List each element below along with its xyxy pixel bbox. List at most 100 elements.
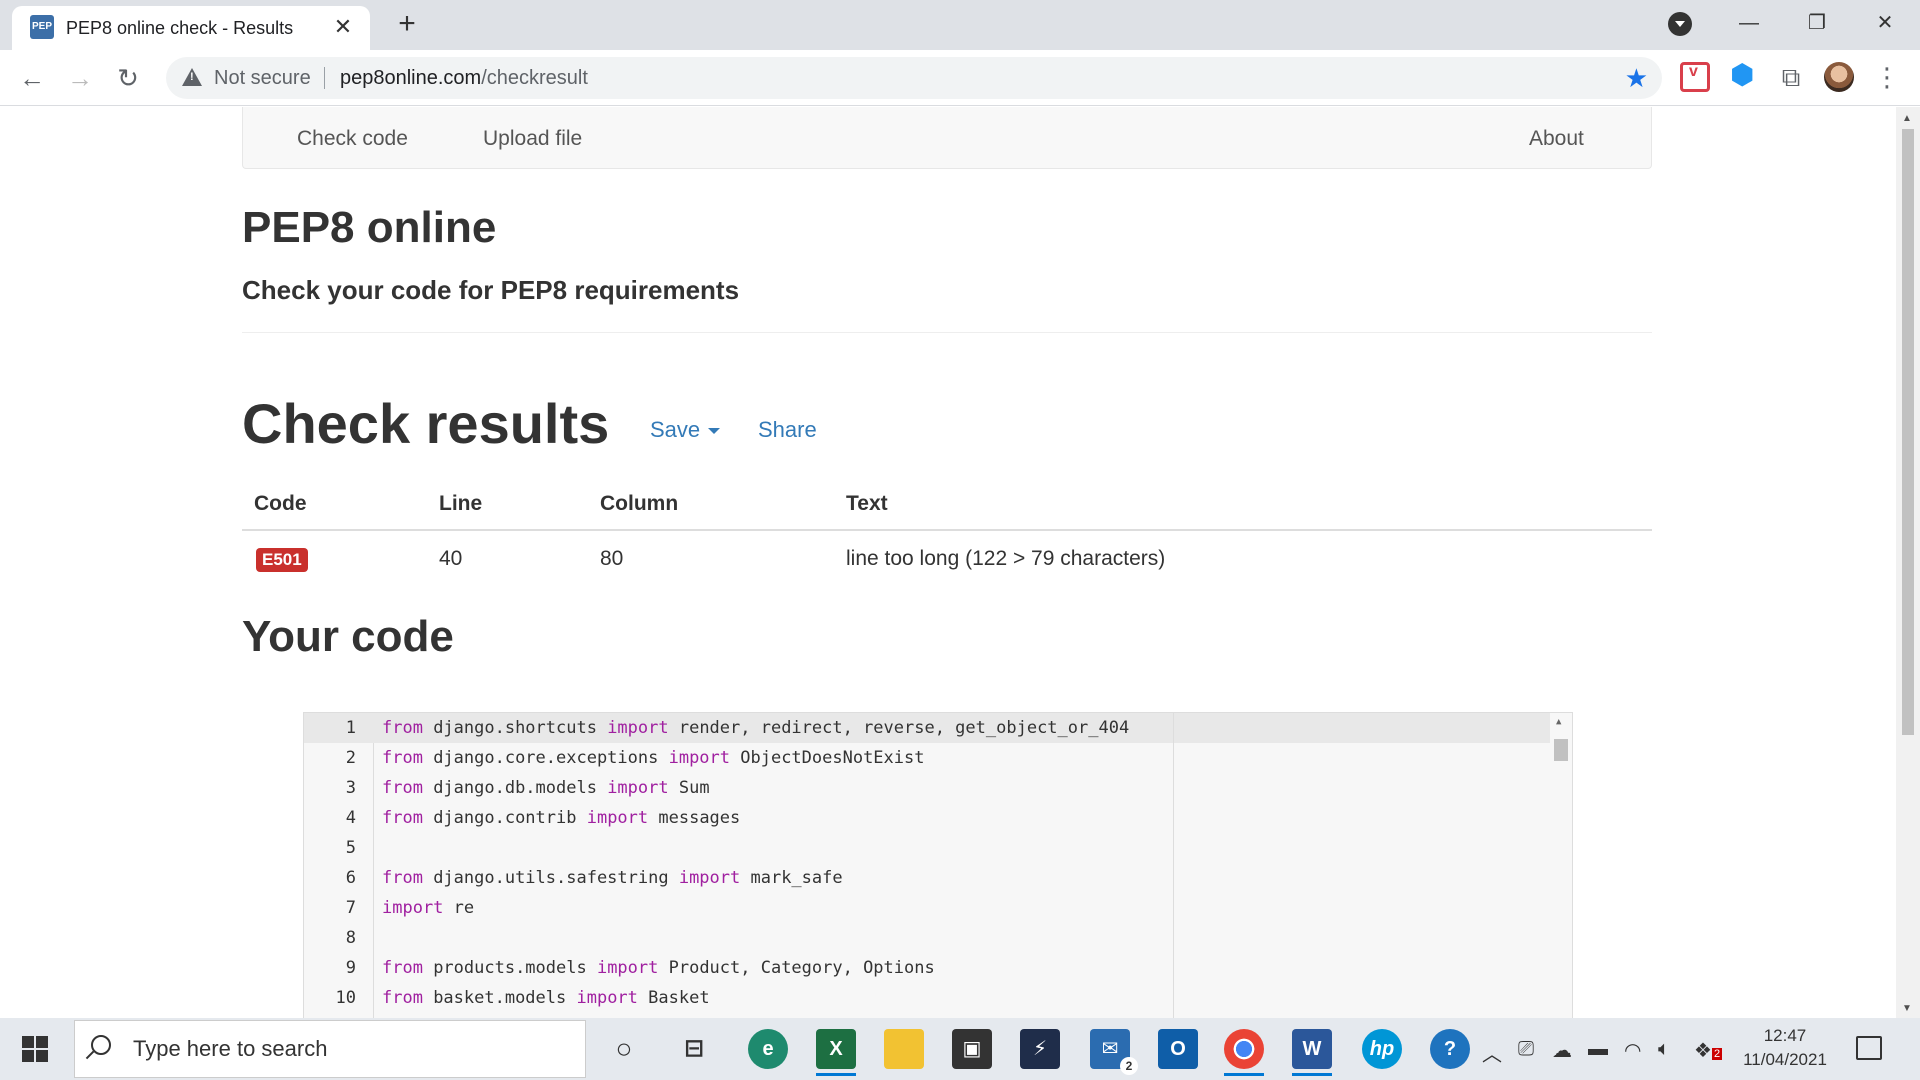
active-app-indicator [1292, 1073, 1332, 1076]
pocket-extension-icon[interactable] [1680, 62, 1710, 92]
code-segment: django.utils.safestring [422, 868, 679, 888]
clock-date: 11/04/2021 [1743, 1050, 1827, 1069]
line-number: 4 [345, 808, 356, 828]
mail-icon[interactable]: ✉ 2 [1090, 1029, 1138, 1075]
task-view-icon[interactable]: ⊟ [674, 1029, 714, 1069]
page-scrollbar[interactable]: ▲ ▼ [1896, 107, 1920, 1018]
active-app-indicator [1224, 1073, 1264, 1076]
page-scroll-thumb[interactable] [1902, 129, 1914, 735]
close-window-button[interactable]: ✕ [1862, 6, 1908, 40]
new-tab-button[interactable]: + [390, 7, 424, 41]
browser-tab-strip: PEP 8 PEP8 online check - Results ✕ + — … [0, 0, 1920, 56]
keyword: from [382, 868, 423, 888]
address-bar[interactable]: Not secure pep8online.com/checkresult ★ [166, 57, 1662, 99]
url-path: /checkresult [481, 67, 588, 89]
line-number: 7 [345, 898, 356, 918]
code-segment: django.core.exceptions [422, 748, 669, 768]
code-line: 8 [304, 923, 1550, 953]
tab-search-icon[interactable] [1668, 12, 1692, 36]
wifi-icon[interactable]: ◠ [1624, 1038, 1641, 1063]
url-host: pep8online.com [340, 67, 482, 89]
extensions-puzzle-icon[interactable]: ⧉ [1776, 62, 1806, 92]
url-text: pep8online.com/checkresult [340, 67, 588, 90]
page-subtitle: Check your code for PEP8 requirements [242, 275, 740, 305]
battery-icon[interactable]: ▬ [1588, 1038, 1608, 1061]
keyword: from [382, 748, 423, 768]
windows-taskbar: Type here to search ○ ⊟ e X ▣ ⚡ ✉ 2 O W h… [0, 1018, 1920, 1080]
line-number: 5 [345, 838, 356, 858]
keyword: from [382, 958, 423, 978]
terminal-app-icon[interactable]: ⚡ [1020, 1029, 1060, 1069]
bookmark-star-icon[interactable]: ★ [1625, 63, 1648, 94]
keyword: import [607, 778, 669, 798]
cortana-icon[interactable]: ○ [604, 1029, 644, 1069]
save-dropdown-button[interactable]: Save [650, 417, 721, 443]
show-hidden-icons-chevron-icon[interactable]: ︿ [1482, 1038, 1502, 1067]
hexagon-extension-icon[interactable] [1728, 58, 1758, 92]
dropbox-count-badge: 2 [1711, 1048, 1723, 1060]
column-header-line: Line [439, 492, 483, 515]
scroll-down-arrow-icon[interactable]: ▼ [1902, 1003, 1912, 1014]
code-segment: django.shortcuts [422, 718, 608, 738]
windows-start-icon[interactable] [22, 1036, 48, 1062]
close-tab-icon[interactable]: ✕ [330, 14, 356, 40]
share-link[interactable]: Share [758, 417, 817, 443]
scroll-up-arrow-icon[interactable]: ▲ [1902, 113, 1912, 124]
divider [242, 332, 1652, 333]
keyword: import [576, 988, 638, 1008]
excel-icon[interactable]: X [816, 1029, 856, 1076]
line-number: 3 [345, 778, 356, 798]
nav-upload-file[interactable]: Upload file [483, 127, 582, 151]
code-line: 2 from django.core.exceptions import Obj… [304, 743, 1550, 773]
editor-scrollbar[interactable]: ▲ [1550, 713, 1572, 1018]
store-icon[interactable]: ▣ [952, 1029, 992, 1069]
code-editor[interactable]: 1 from django.shortcuts import render, r… [303, 712, 1573, 1018]
keyword: import [596, 958, 659, 978]
line-number: 1 [345, 718, 356, 738]
word-icon[interactable]: W [1292, 1029, 1332, 1076]
line-number: 9 [345, 958, 356, 978]
caret-down-icon [708, 428, 721, 435]
chrome-icon[interactable] [1224, 1029, 1264, 1076]
browser-tab[interactable]: PEP 8 PEP8 online check - Results ✕ [12, 6, 370, 56]
help-icon[interactable]: ? [1430, 1029, 1470, 1069]
keyword: from [382, 808, 423, 828]
system-clock[interactable]: 12:47 11/04/2021 [1730, 1024, 1840, 1072]
code-segment: Sum [668, 778, 710, 798]
save-label: Save [650, 417, 701, 442]
hp-icon[interactable]: hp [1362, 1029, 1402, 1069]
taskbar-search-box[interactable]: Type here to search [74, 1020, 586, 1078]
code-line: 7 import re [304, 893, 1550, 923]
tab-title: PEP8 online check - Results [66, 18, 294, 38]
column-header-code: Code [254, 492, 307, 515]
reload-icon[interactable]: ↻ [110, 60, 146, 96]
file-explorer-icon[interactable] [884, 1029, 924, 1069]
nav-check-code[interactable]: Check code [297, 127, 408, 151]
meet-now-icon[interactable]: ⎚ [1518, 1038, 1534, 1061]
scroll-up-arrow-icon[interactable]: ▲ [1556, 717, 1561, 727]
edge-browser-icon[interactable]: e [748, 1029, 788, 1069]
code-segment: messages [648, 808, 741, 828]
column-header-column: Column [600, 492, 679, 515]
browser-menu-icon[interactable]: ⋮ [1872, 62, 1902, 92]
outlook-icon[interactable]: O [1158, 1029, 1198, 1069]
code-segment: basket.models [422, 988, 577, 1008]
profile-avatar[interactable] [1824, 62, 1854, 92]
code-segment: Product, Category, Options [658, 958, 935, 978]
code-segment: ObjectDoesNotExist [730, 748, 925, 768]
nav-about[interactable]: About [1529, 127, 1584, 151]
dropbox-icon[interactable]: ❖ 2 [1694, 1038, 1723, 1063]
back-arrow-icon[interactable]: ← [14, 60, 50, 96]
your-code-heading: Your code [242, 612, 454, 661]
minimize-button[interactable]: — [1726, 6, 1772, 40]
code-line: 5 [304, 833, 1550, 863]
restore-button[interactable]: ❐ [1794, 6, 1840, 40]
editor-scroll-thumb[interactable] [1554, 739, 1568, 761]
forward-arrow-icon[interactable]: → [62, 60, 98, 96]
notifications-icon[interactable] [1856, 1036, 1882, 1060]
volume-icon[interactable]: 🔈︎ [1658, 1038, 1670, 1061]
error-code-badge: E501 [256, 548, 308, 572]
search-icon [91, 1035, 111, 1055]
onedrive-cloud-icon[interactable]: ☁ [1552, 1038, 1572, 1063]
keyword: import [382, 898, 444, 918]
